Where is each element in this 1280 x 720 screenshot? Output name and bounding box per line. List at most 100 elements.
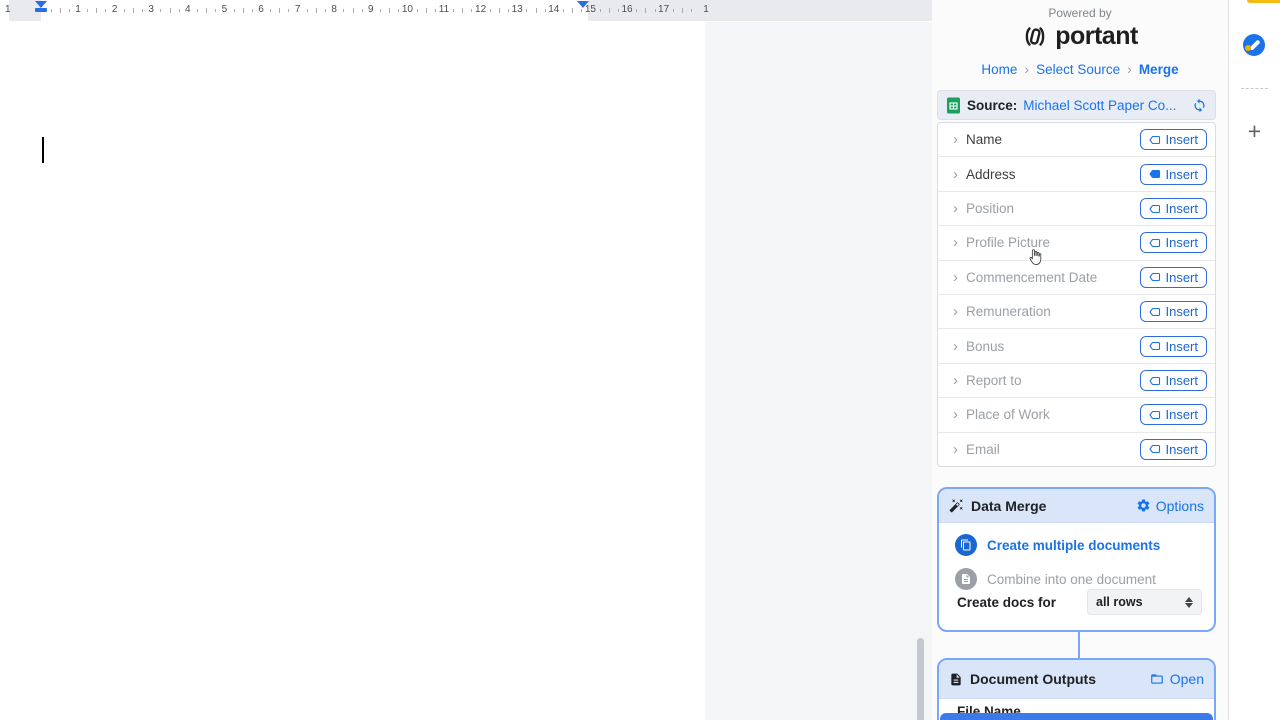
document-outputs-header: Document Outputs Open <box>939 660 1214 699</box>
document-page[interactable] <box>0 22 705 720</box>
google-sheets-icon <box>946 97 961 114</box>
chevron-right-icon[interactable]: › <box>953 167 958 182</box>
ruler-number: 11 <box>439 4 449 15</box>
ruler-number: 9 <box>368 4 374 15</box>
rows-select-value: all rows <box>1096 595 1143 609</box>
insert-label: Insert <box>1165 270 1198 285</box>
rail-divider <box>1241 88 1268 89</box>
field-row-address[interactable]: › Address Insert <box>938 157 1215 191</box>
insert-button-place-of-work[interactable]: Insert <box>1140 404 1207 425</box>
get-add-ons-button[interactable]: + <box>1229 118 1280 145</box>
insert-button-position[interactable]: Insert <box>1140 198 1207 219</box>
tag-icon <box>1149 271 1161 283</box>
field-row-place-of-work[interactable]: › Place of Work Insert <box>938 398 1215 432</box>
field-row-remuneration[interactable]: ›RemunerationInsert <box>938 295 1215 329</box>
option-create-multiple[interactable]: Create multiple documents <box>955 534 1160 556</box>
tag-icon <box>1149 375 1161 387</box>
ruler-number: 4 <box>185 4 191 15</box>
tag-icon <box>1149 409 1161 421</box>
field-row-email[interactable]: › Email Insert <box>938 433 1215 466</box>
create-multiple-label: Create multiple documents <box>987 538 1160 553</box>
document-scrollbar[interactable] <box>917 638 924 720</box>
breadcrumb-item-merge[interactable]: Merge <box>1139 62 1179 77</box>
ruler-number: 12 <box>475 4 486 15</box>
portant-sidebar: Powered by portant Home›Select Source›Me… <box>932 0 1229 720</box>
cut-off-icon <box>1247 0 1280 3</box>
ruler-number: 14 <box>548 4 559 15</box>
addon-icon-badge <box>1245 45 1251 51</box>
ruler-number: 3 <box>148 4 154 15</box>
tag-icon <box>1149 168 1161 180</box>
breadcrumb-item-select-source[interactable]: Select Source <box>1036 62 1120 77</box>
tag-icon <box>1149 306 1161 318</box>
chevron-right-icon[interactable]: › <box>953 373 958 388</box>
options-label: Options <box>1156 498 1204 514</box>
chevron-right-icon[interactable]: › <box>953 339 958 354</box>
document-canvas-background <box>705 22 932 720</box>
insert-button-email[interactable]: Insert <box>1140 439 1207 460</box>
chevron-right-icon[interactable]: › <box>953 270 958 285</box>
ruler-number: 10 <box>402 4 413 15</box>
source-label: Source: <box>967 98 1017 113</box>
field-row-name[interactable]: › Name Insert <box>938 123 1215 157</box>
field-row-commencement-date[interactable]: › Commencement Date Insert <box>938 261 1215 295</box>
document-icon <box>949 672 963 687</box>
field-label-place-of-work: Place of Work <box>966 407 1050 422</box>
insert-label: Insert <box>1165 167 1198 182</box>
chevron-right-icon[interactable]: › <box>953 407 958 422</box>
ruler[interactable]: 1234567891011121314151617 1 1 <box>0 0 932 23</box>
insert-button-remuneration[interactable]: Insert <box>1140 301 1207 322</box>
options-button[interactable]: Options <box>1136 498 1204 514</box>
insert-button-bonus[interactable]: Insert <box>1140 336 1207 357</box>
refresh-icon[interactable] <box>1192 98 1207 113</box>
field-row-position[interactable]: › Position Insert <box>938 192 1215 226</box>
field-label-bonus: Bonus <box>966 339 1004 354</box>
left-margin-marker[interactable] <box>35 8 47 12</box>
hand-cursor <box>1026 248 1043 267</box>
left-indent-marker[interactable] <box>35 1 47 8</box>
chevron-right-icon[interactable]: › <box>953 235 958 250</box>
portant-logo-text: portant <box>1055 22 1138 51</box>
breadcrumb-item-home[interactable]: Home <box>981 62 1017 77</box>
field-row-bonus[interactable]: › Bonus Insert <box>938 329 1215 363</box>
chevron-right-icon[interactable]: › <box>953 442 958 457</box>
field-row-report-to[interactable]: ›Report toInsert <box>938 364 1215 398</box>
field-label-position: Position <box>966 201 1014 216</box>
portant-logo: portant <box>932 22 1228 51</box>
insert-button-address[interactable]: Insert <box>1140 164 1207 185</box>
source-bar[interactable]: Source: Michael Scott Paper Co... <box>937 90 1216 120</box>
chevron-right-icon[interactable]: › <box>953 132 958 147</box>
multiple-documents-icon <box>955 534 977 556</box>
data-merge-header: Data Merge Options <box>939 489 1214 523</box>
chevron-right-icon[interactable]: › <box>953 304 958 319</box>
file-name-input-bar[interactable] <box>940 713 1213 720</box>
combine-document-icon <box>955 568 977 590</box>
option-combine-one[interactable]: Combine into one document <box>955 568 1156 590</box>
insert-label: Insert <box>1165 339 1198 354</box>
rows-select[interactable]: all rows <box>1087 589 1202 615</box>
magic-wand-icon <box>949 498 964 513</box>
insert-button-commencement-date[interactable]: Insert <box>1140 267 1207 288</box>
field-label-commencement-date: Commencement Date <box>966 270 1097 285</box>
document-outputs-card: Document Outputs Open File Name <box>937 658 1216 720</box>
insert-button-name[interactable]: Insert <box>1140 129 1207 150</box>
document-area: 1234567891011121314151617 1 1 <box>0 0 933 720</box>
field-row-profile-picture[interactable]: ›Profile PictureInsert <box>938 226 1215 260</box>
portant-logo-icon <box>1022 23 1048 50</box>
combine-one-label: Combine into one document <box>987 572 1156 587</box>
source-file-link[interactable]: Michael Scott Paper Co... <box>1023 98 1186 113</box>
create-docs-for-label: Create docs for <box>957 595 1056 610</box>
insert-button-report-to[interactable]: Insert <box>1140 370 1207 391</box>
merge-field-list: › Name Insert › Address Insert › Position Insert… <box>937 122 1216 467</box>
right-indent-marker[interactable] <box>577 1 589 8</box>
ruler-number: 16 <box>621 4 632 15</box>
portant-addon-icon[interactable] <box>1243 34 1265 56</box>
ruler-ticks: 1234567891011121314151617 <box>0 0 932 22</box>
chevron-right-icon[interactable]: › <box>953 201 958 216</box>
field-label-address: Address <box>966 167 1016 182</box>
insert-button-profile-picture[interactable]: Insert <box>1140 232 1207 253</box>
open-button[interactable]: Open <box>1149 671 1204 687</box>
field-label-name: Name <box>966 132 1002 147</box>
insert-label: Insert <box>1165 373 1198 388</box>
field-label-email: Email <box>966 442 1000 457</box>
